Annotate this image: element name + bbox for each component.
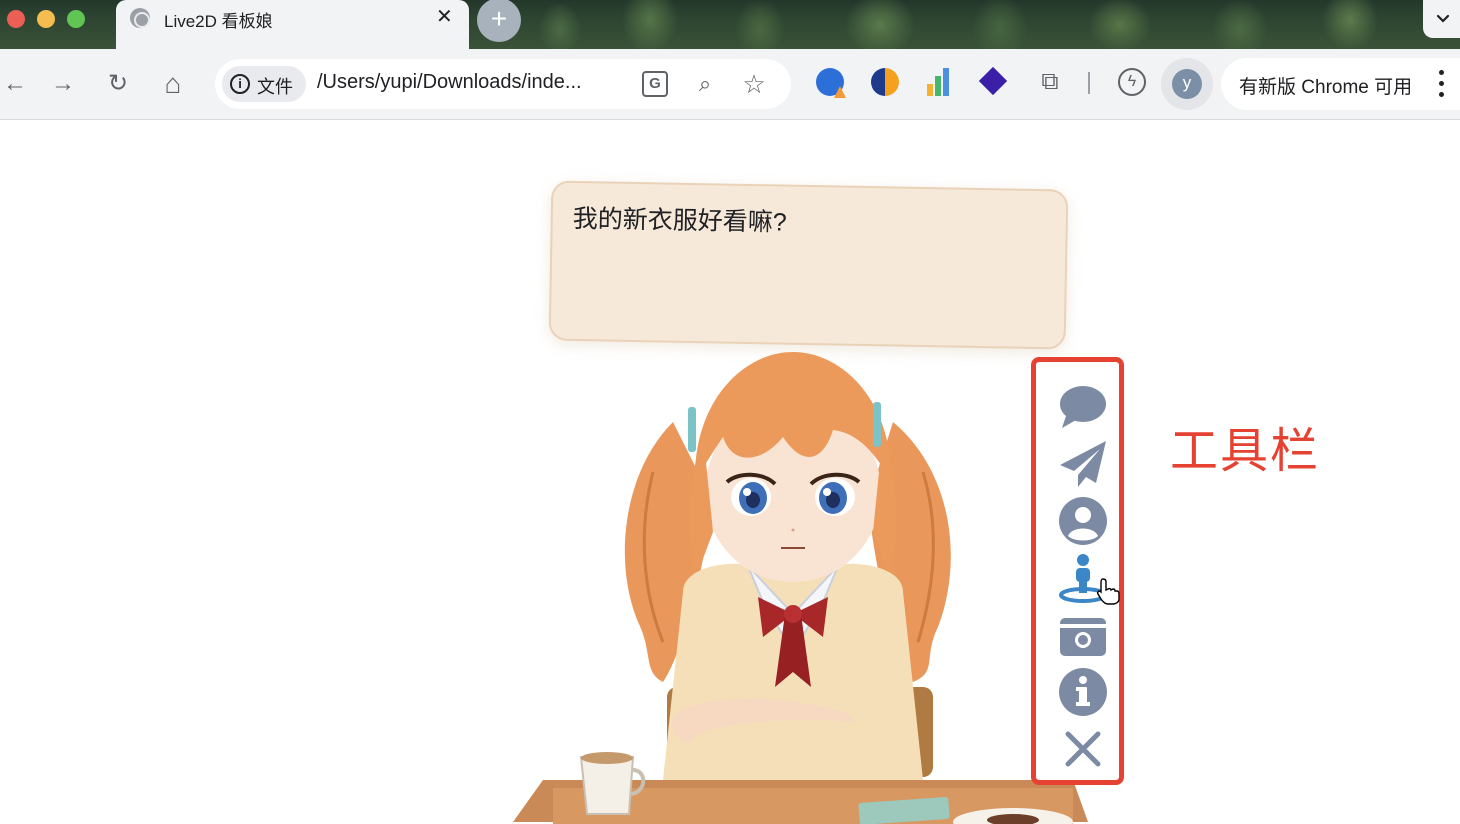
hand-cursor-icon bbox=[1097, 578, 1120, 605]
browser-toolbar: ← → ↻ ⌂ i 文件 /Users/yupi/Downloads/inde.… bbox=[0, 49, 1460, 120]
back-button[interactable]: ← bbox=[0, 69, 30, 99]
tab-live2d[interactable]: Live2D 看板娘 ✕ bbox=[116, 0, 469, 49]
tab-close-icon[interactable]: ✕ bbox=[436, 5, 453, 29]
url-text[interactable]: /Users/yupi/Downloads/inde... bbox=[317, 71, 622, 94]
info-circle-icon[interactable] bbox=[1058, 667, 1108, 717]
profile-button[interactable]: y bbox=[1161, 58, 1213, 110]
tab-title: Live2D 看板娘 bbox=[164, 12, 273, 31]
puzzle-icon[interactable]: ⧉ bbox=[1036, 68, 1064, 96]
speech-bubble: 我的新衣服好看嘛? bbox=[548, 180, 1069, 350]
chrome-update-button[interactable]: 有新版 Chrome 可用 bbox=[1221, 58, 1460, 110]
site-info-label: 文件 bbox=[257, 77, 293, 97]
layers-extension-icon[interactable] bbox=[980, 68, 1008, 96]
address-bar[interactable]: i 文件 /Users/yupi/Downloads/inde... G ⌕ ☆ bbox=[215, 59, 791, 109]
update-text: 有新版 Chrome 可用 bbox=[1239, 77, 1413, 98]
window-titlebar: Live2D 看板娘 ✕ + bbox=[0, 0, 1460, 49]
globe-icon bbox=[130, 8, 150, 28]
avatar: y bbox=[1172, 69, 1202, 99]
forward-button[interactable]: → bbox=[48, 69, 78, 99]
profile-alert-extension-icon[interactable] bbox=[816, 68, 844, 96]
reload-button[interactable]: ↻ bbox=[103, 69, 133, 99]
paper-plane-icon[interactable] bbox=[1058, 439, 1108, 489]
kebab-menu-icon[interactable] bbox=[1431, 68, 1451, 100]
close-window-button[interactable] bbox=[7, 10, 25, 28]
bolt-circle-icon[interactable]: ϟ bbox=[1118, 68, 1146, 96]
half-circle-extension-icon[interactable] bbox=[871, 68, 899, 96]
chevron-down-icon bbox=[1436, 14, 1450, 23]
live2d-character[interactable] bbox=[513, 352, 1088, 824]
speech-text: 我的新衣服好看嘛? bbox=[572, 204, 787, 237]
translate-icon[interactable]: G bbox=[642, 71, 668, 97]
info-icon: i bbox=[230, 74, 250, 94]
tab-search-dropdown-button[interactable] bbox=[1423, 0, 1460, 38]
tools-highlight-frame bbox=[1031, 357, 1124, 785]
user-circle-icon[interactable] bbox=[1058, 496, 1108, 546]
home-button[interactable]: ⌂ bbox=[158, 69, 188, 99]
tools-label: 工具栏 bbox=[1170, 425, 1321, 478]
page-content: 我的新衣服好看嘛? 工具栏 bbox=[0, 121, 1460, 824]
close-icon[interactable] bbox=[1058, 724, 1108, 774]
bar-chart-extension-icon[interactable] bbox=[925, 68, 953, 96]
site-info-chip[interactable]: i 文件 bbox=[222, 66, 306, 102]
chat-icon[interactable] bbox=[1058, 382, 1108, 432]
toolbar-divider bbox=[1088, 72, 1090, 94]
camera-icon[interactable] bbox=[1058, 610, 1108, 660]
minimize-window-button[interactable] bbox=[37, 10, 55, 28]
bookmark-star-icon[interactable]: ☆ bbox=[741, 71, 767, 97]
zoom-window-button[interactable] bbox=[67, 10, 85, 28]
zoom-icon[interactable]: ⌕ bbox=[692, 71, 718, 97]
new-tab-button[interactable]: + bbox=[477, 0, 521, 42]
